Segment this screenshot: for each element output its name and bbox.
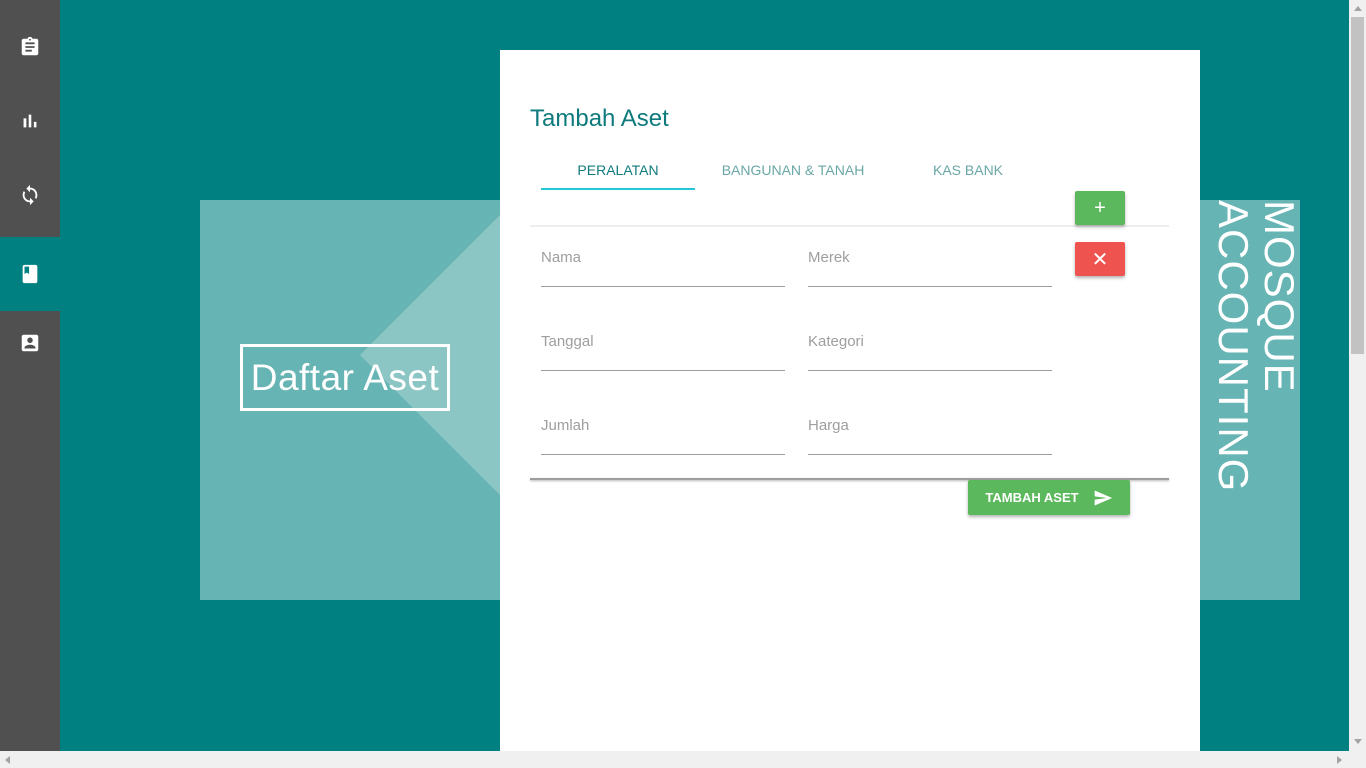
scroll-up-icon[interactable]: [1354, 6, 1362, 11]
nama-input[interactable]: [541, 249, 785, 266]
asset-tabs: PERALATAN BANGUNAN & TANAH KAS BANK: [530, 150, 1169, 227]
sidebar-item-book[interactable]: [0, 237, 60, 311]
jumlah-field: [541, 395, 785, 455]
nama-field: [541, 227, 785, 287]
horizontal-scrollbar[interactable]: [0, 751, 1366, 768]
book-icon: [22, 264, 38, 284]
remove-row-button[interactable]: ✕: [1075, 242, 1125, 276]
jumlah-input[interactable]: [541, 417, 785, 434]
scroll-left-icon[interactable]: [5, 756, 10, 764]
brand-line-1: MOSQUE: [1256, 200, 1300, 393]
tanggal-input[interactable]: [541, 333, 785, 350]
tab-indicator: [541, 188, 695, 190]
hero-title: Daftar Aset: [240, 344, 450, 411]
scroll-right-icon[interactable]: [1337, 756, 1342, 764]
page-title: Tambah Aset: [530, 105, 669, 132]
harga-field: [808, 395, 1052, 455]
kategori-input[interactable]: [808, 333, 1052, 350]
submit-asset-button[interactable]: TAMBAH ASET: [968, 480, 1130, 515]
scroll-down-icon[interactable]: [1354, 739, 1362, 744]
contact-icon: [21, 334, 39, 352]
tab-peralatan[interactable]: PERALATAN: [541, 150, 695, 190]
sidebar-item-clipboard[interactable]: [0, 10, 60, 84]
add-asset-card: Tambah Aset PERALATAN BANGUNAN & TANAH K…: [500, 50, 1200, 751]
send-icon: [1094, 490, 1112, 505]
merek-field: [808, 227, 1052, 287]
hero-panel: Daftar Aset: [200, 200, 500, 600]
add-row-button[interactable]: +: [1075, 191, 1125, 225]
sidebar-item-sync[interactable]: [0, 158, 60, 232]
vertical-scrollbar[interactable]: [1349, 0, 1366, 751]
brand-band: MOSQUE ACCOUNTING: [1200, 200, 1300, 600]
bar-chart-icon: [23, 114, 37, 128]
brand-title: MOSQUE ACCOUNTING: [1210, 200, 1300, 492]
sidebar-item-chart[interactable]: [0, 84, 60, 158]
submit-label: TAMBAH ASET: [985, 490, 1079, 505]
sidebar: [0, 0, 60, 751]
merek-input[interactable]: [808, 249, 1052, 266]
sync-icon: [22, 184, 38, 206]
tanggal-field: [541, 311, 785, 371]
clipboard-icon: [21, 36, 39, 56]
brand-line-2: ACCOUNTING: [1210, 200, 1257, 493]
harga-input[interactable]: [808, 417, 1052, 434]
tab-bangunan-tanah[interactable]: BANGUNAN & TANAH: [710, 150, 876, 190]
sidebar-item-contact[interactable]: [0, 306, 60, 380]
tab-kas-bank[interactable]: KAS BANK: [910, 150, 1026, 190]
vertical-scroll-thumb[interactable]: [1351, 17, 1364, 354]
kategori-field: [808, 311, 1052, 371]
